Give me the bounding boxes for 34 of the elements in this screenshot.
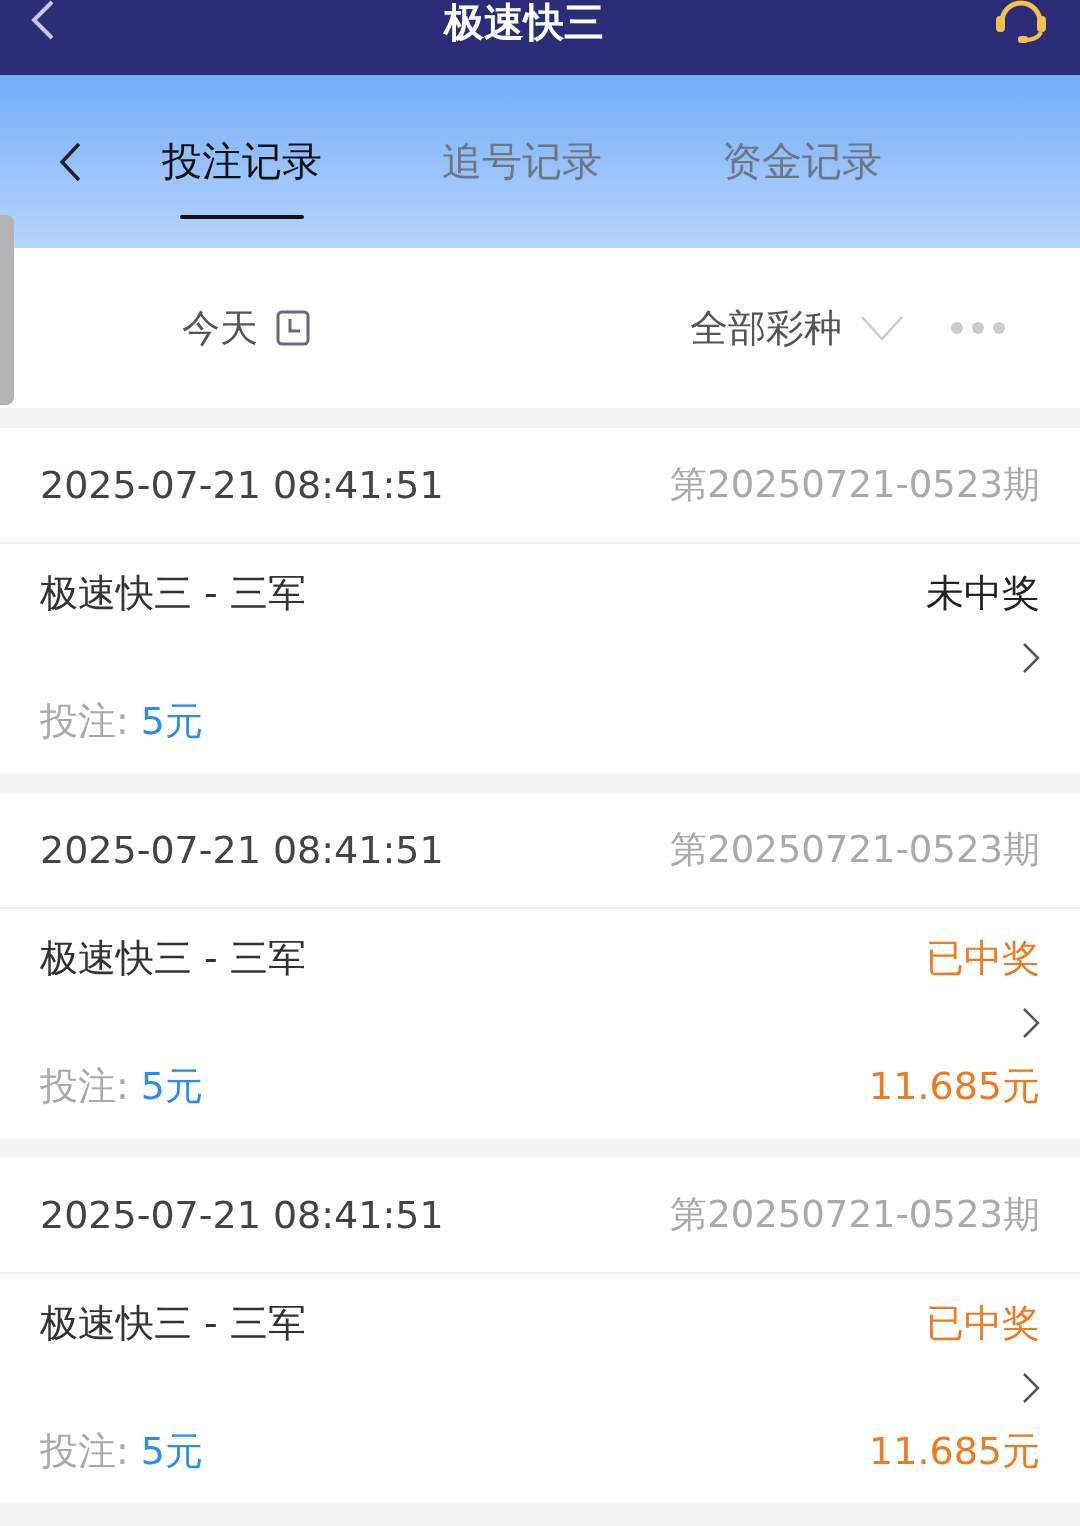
- back-icon[interactable]: [58, 140, 82, 183]
- bet-amount: 5元: [140, 698, 203, 745]
- result-status: 已中奖: [926, 1300, 1040, 1347]
- bet-label: 投注:: [40, 1063, 129, 1110]
- back-icon[interactable]: [30, 0, 56, 40]
- game-name: 极速快三 - 三军: [40, 1300, 306, 1347]
- bet-record-card[interactable]: 2025-07-21 08:41:51 第20250721-0523期 极速快三 - 三军 已中奖 投注: 5元 11.685元: [0, 1158, 1080, 1503]
- payout-amount: 11.685元: [869, 1428, 1040, 1475]
- chevron-right-icon[interactable]: [1022, 1006, 1040, 1039]
- calendar-icon[interactable]: [276, 310, 310, 346]
- bet-amount: 5元: [140, 1428, 203, 1475]
- game-name: 极速快三 - 三军: [40, 570, 306, 617]
- game-name: 极速快三 - 三军: [40, 935, 306, 982]
- bet-amount: 5元: [140, 1063, 203, 1110]
- bet-time: 2025-07-21 08:41:51: [40, 463, 444, 507]
- chevron-right-icon[interactable]: [1022, 1371, 1040, 1404]
- issue-number: 第20250721-0523期: [670, 1192, 1040, 1238]
- bet-label: 投注:: [40, 698, 129, 745]
- result-status: 未中奖: [926, 570, 1040, 617]
- chevron-right-icon[interactable]: [1022, 641, 1040, 674]
- issue-number: 第20250721-0523期: [670, 462, 1040, 508]
- page-title: 极速快三: [444, 0, 604, 44]
- date-filter[interactable]: 今天: [182, 302, 258, 354]
- result-status: 已中奖: [926, 935, 1040, 982]
- issue-number: 第20250721-0523期: [670, 827, 1040, 873]
- bet-time: 2025-07-21 08:41:51: [40, 1193, 444, 1237]
- bet-time: 2025-07-21 08:41:51: [40, 828, 444, 872]
- bet-record-card[interactable]: 2025-07-21 08:41:51 第20250721-0523期 极速快三 - 三军 已中奖 投注: 5元 11.685元: [0, 793, 1080, 1138]
- lottery-filter[interactable]: 全部彩种: [690, 302, 842, 354]
- payout-amount: 11.685元: [869, 1063, 1040, 1110]
- side-handle[interactable]: [0, 215, 14, 405]
- tab[interactable]: 投注记录: [142, 104, 342, 219]
- bet-label: 投注:: [40, 1428, 129, 1475]
- bet-record-card[interactable]: 2025-07-21 08:41:51 第20250721-0523期 极速快三 - 三军 未中奖 投注: 5元: [0, 428, 1080, 773]
